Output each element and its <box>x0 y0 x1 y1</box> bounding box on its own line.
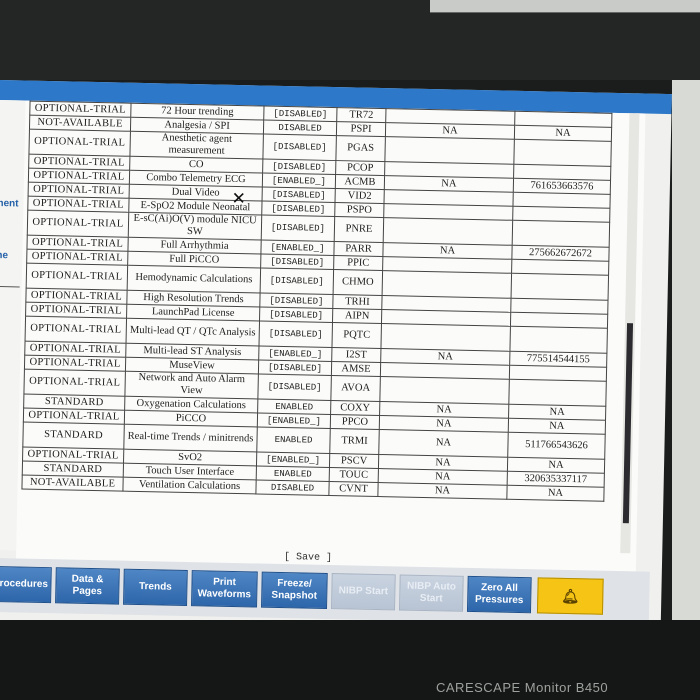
trends-button[interactable]: Trends <box>123 568 188 607</box>
code-cell: AIPN <box>332 308 382 324</box>
code-cell: ACMB <box>335 174 385 190</box>
scrollbar-thumb[interactable] <box>622 323 634 524</box>
background-window <box>430 0 700 13</box>
license-panel: OPTIONAL-TRIAL 72 Hour trending [DISABLED]… <box>14 100 646 624</box>
mouse-cursor-icon: ✕ <box>231 188 247 210</box>
code-cell: PNRE <box>334 216 384 243</box>
zero-all-pressures-button[interactable]: Zero All Pressures <box>466 575 532 614</box>
code-cell: TRMI <box>329 428 380 455</box>
status-cell: [DISABLED] <box>260 267 334 295</box>
status-cell: [DISABLED] <box>263 106 337 122</box>
monitor-bezel-top <box>0 0 700 80</box>
license-type-cell: NOT-AVAILABLE <box>21 475 124 492</box>
status-cell: [DISABLED] <box>259 292 334 309</box>
option-name-cell: Real-time Trends / minitrends <box>123 424 258 452</box>
status-cell: [ENABLED_] <box>262 173 336 189</box>
field-b-cell <box>509 326 608 354</box>
field-b-cell: 511766543626 <box>507 432 606 460</box>
code-cell: PPIC <box>333 255 383 271</box>
code-cell: COXY <box>330 400 380 416</box>
status-cell: DISABLED <box>255 479 330 496</box>
code-cell: PSPI <box>336 121 386 137</box>
field-a-cell <box>380 323 511 352</box>
status-cell: [DISABLED] <box>261 201 336 217</box>
left-menu-item[interactable]: ne <box>0 250 8 261</box>
license-type-cell: STANDARD <box>22 422 125 450</box>
option-name-cell: Ventilation Calculations <box>122 477 257 494</box>
option-name-cell: Network and Auto Alarm View <box>124 371 259 399</box>
license-type-cell: OPTIONAL-TRIAL <box>26 263 128 291</box>
status-cell: DISABLED <box>263 120 337 136</box>
nibp-start-button[interactable]: NIBP Start <box>330 573 396 611</box>
code-cell: PPCO <box>330 414 380 430</box>
left-menu-item[interactable]: nent <box>0 198 19 209</box>
status-cell: [DISABLED] <box>262 187 336 203</box>
procedures-button[interactable]: Procedures <box>0 565 52 604</box>
code-cell: AVOA <box>330 375 381 402</box>
code-cell: PSCV <box>329 453 379 469</box>
option-name-cell: E-sC(Ai)O(V) module NICU SW <box>128 212 262 241</box>
code-cell: PQTC <box>331 322 382 349</box>
code-cell: TOUC <box>329 467 379 483</box>
field-b-cell: NA <box>506 485 605 502</box>
left-divider <box>0 285 20 288</box>
status-cell: [DISABLED] <box>257 373 332 401</box>
code-cell: TRHI <box>332 294 383 310</box>
code-cell: AMSE <box>331 361 381 377</box>
option-name-cell: Anesthetic agent measurement <box>129 131 264 160</box>
bell-icon: 🔔︎ <box>561 587 580 605</box>
code-cell: PSPO <box>334 202 384 218</box>
status-cell: [ENABLED_] <box>257 412 331 429</box>
option-name-cell: Multi-lead QT / QTc Analysis <box>126 318 260 346</box>
scrollbar[interactable] <box>620 113 640 554</box>
license-type-cell: OPTIONAL-TRIAL <box>28 129 131 157</box>
print-waveforms-button[interactable]: Print Waveforms <box>191 570 258 608</box>
status-cell: ENABLED <box>256 465 330 482</box>
save-button[interactable]: [ Save ] <box>284 552 332 564</box>
code-cell: PCOP <box>335 160 385 176</box>
monitor-side <box>672 80 700 700</box>
status-cell: [DISABLED] <box>260 254 334 270</box>
status-cell: [ENABLED_] <box>256 451 330 468</box>
license-type-cell: OPTIONAL-TRIAL <box>23 369 126 397</box>
field-a-cell: NA <box>378 429 509 458</box>
status-cell: [DISABLED] <box>262 159 336 175</box>
alarm-silence-button[interactable]: 🔔︎ <box>536 577 604 615</box>
code-cell: PGAS <box>335 135 386 162</box>
status-cell: [DISABLED] <box>258 320 333 348</box>
code-cell: I2ST <box>331 347 381 363</box>
status-cell: [DISABLED] <box>261 215 335 242</box>
status-cell: [DISABLED] <box>259 306 333 323</box>
field-b-cell <box>511 273 609 301</box>
status-cell: ENABLED <box>257 398 331 415</box>
license-type-cell: OPTIONAL-TRIAL <box>25 316 127 344</box>
nibp-auto-button[interactable]: NIBP Auto Start <box>398 574 464 612</box>
code-cell: TR72 <box>336 107 386 123</box>
license-type-cell: OPTIONAL-TRIAL <box>27 210 129 238</box>
status-cell: [DISABLED] <box>258 359 332 376</box>
field-b-cell <box>508 379 607 407</box>
monitor-screen: nent ne OPTIONAL-TRIAL 72 Hour trending [D… <box>0 80 672 639</box>
code-cell: PARR <box>333 241 384 257</box>
status-cell: [ENABLED_] <box>258 345 332 362</box>
field-a-cell: NA <box>377 482 508 500</box>
freeze-snapshot-button[interactable]: Freeze/ Snapshot <box>261 571 328 609</box>
field-a-cell <box>382 270 512 299</box>
field-a-cell <box>379 376 510 405</box>
status-cell: [ENABLED_] <box>260 240 335 256</box>
field-b-cell <box>513 139 612 167</box>
status-cell: [DISABLED] <box>262 134 337 161</box>
code-cell: CHMO <box>333 269 383 296</box>
option-name-cell: Hemodynamic Calculations <box>127 265 261 293</box>
status-cell: ENABLED <box>256 426 331 454</box>
field-b-cell <box>512 220 610 248</box>
data-pages-button[interactable]: Data & Pages <box>55 567 120 605</box>
code-cell: VID2 <box>335 188 385 204</box>
license-table: OPTIONAL-TRIAL 72 Hour trending [DISABLED]… <box>21 101 612 502</box>
brand-label: CARESCAPE Monitor B450 <box>436 680 609 695</box>
field-a-cell <box>383 217 513 246</box>
code-cell: CVNT <box>328 481 379 497</box>
field-a-cell <box>384 136 515 165</box>
